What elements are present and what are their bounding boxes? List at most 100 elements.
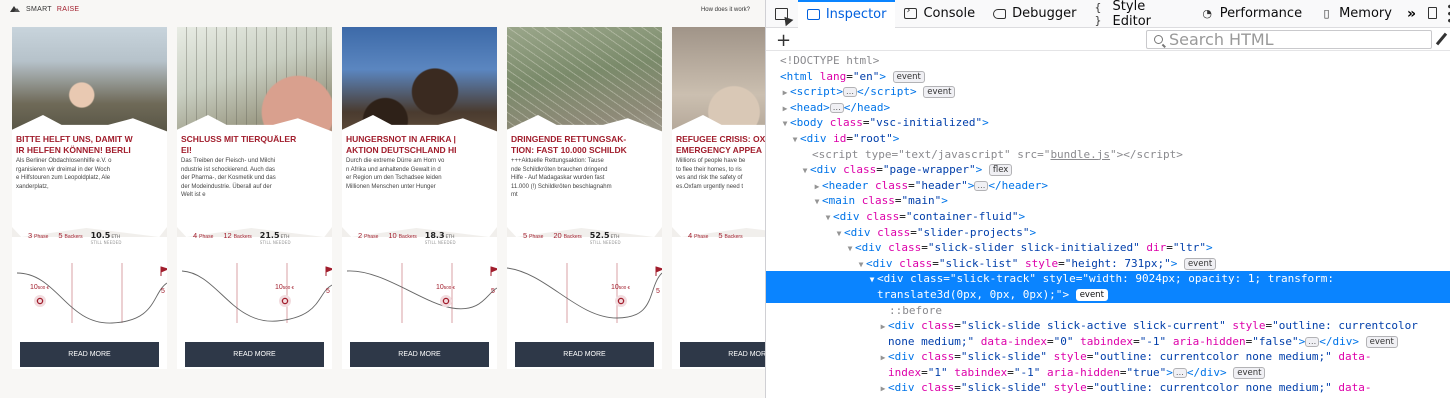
flex-badge[interactable]: flex [988, 164, 1013, 177]
project-title[interactable]: REFUGEE CRISIS: OX EMERGENCY APPEA [676, 134, 765, 156]
markup-line[interactable]: ▼ <main class="main"> [766, 193, 1450, 209]
markup-line[interactable]: <!DOCTYPE html> [766, 53, 1450, 69]
search-html-input[interactable] [1169, 30, 1419, 49]
graph-amount-label: 10500 € [436, 284, 456, 291]
expand-arrow-icon[interactable]: ▶ [878, 381, 888, 397]
collapsed-dots[interactable]: … [829, 102, 844, 113]
project-card[interactable]: HUNGERSNOT IN AFRIKA | AKTION DEUTSCHLAND… [342, 27, 497, 369]
read-more-button[interactable]: READ MORE [680, 342, 765, 367]
markup-line[interactable]: <html lang="en"> event [766, 69, 1450, 85]
search-html-box[interactable] [1146, 30, 1432, 49]
element-picker-button[interactable] [766, 0, 798, 28]
expand-arrow-icon[interactable]: ▶ [812, 179, 822, 195]
markup-line[interactable]: ▼ <body class="vsc-initialized"> [766, 115, 1450, 131]
tab-console[interactable]: Console [895, 0, 984, 28]
dock-side-icon[interactable] [1428, 7, 1437, 20]
marker-halo [279, 295, 291, 307]
markup-line[interactable]: ▼ <div class="slider-projects"> [766, 225, 1450, 241]
how-it-works-link[interactable]: How does it work? [701, 7, 750, 13]
logo-text-raise: RAISE [56, 5, 80, 13]
markup-line[interactable]: ▼ <div id="root"> [766, 131, 1450, 147]
markup-line-selected-cont[interactable]: translate3d(0px, 0px, 0px);"> event [766, 286, 1450, 303]
project-slider: BITTE HELFT UNS, DAMIT W IR HELFEN KÖNNEN… [12, 27, 765, 398]
add-node-button[interactable]: + [776, 30, 791, 51]
markup-line[interactable]: ::before [766, 303, 1450, 319]
read-more-button[interactable]: READ MORE [185, 342, 324, 367]
markup-line[interactable]: ▼ <div class="page-wrapper"> flex [766, 162, 1450, 178]
markup-line-cont[interactable]: index="1" tabindex="-1" aria-hidden="tru… [766, 365, 1450, 381]
markup-line-cont[interactable]: none medium;" data-index="0" tabindex="-… [766, 334, 1450, 350]
tab-label: Debugger [1012, 6, 1077, 21]
collapsed-dots[interactable]: … [974, 180, 989, 191]
event-badge[interactable]: event [1183, 257, 1217, 270]
markup-line[interactable]: ▶ <script>… </script> event [766, 84, 1450, 100]
read-more-button[interactable]: READ MORE [515, 342, 654, 367]
markup-line-selected[interactable]: ▼ <div class="slick-track" style="width: … [766, 271, 1450, 287]
collapse-arrow-icon[interactable]: ▼ [845, 241, 855, 257]
markup-line[interactable]: ▶ <header class="header">… </header> [766, 178, 1450, 194]
marker-halo [615, 295, 627, 307]
event-badge[interactable]: event [1075, 288, 1108, 301]
more-tabs-button[interactable]: » [1401, 6, 1422, 22]
logo-text-smart: SMART [26, 5, 52, 13]
project-title[interactable]: BITTE HELFT UNS, DAMIT W IR HELFEN KÖNNEN… [16, 134, 166, 156]
collapse-arrow-icon[interactable]: ▼ [800, 163, 810, 179]
eyedropper-icon[interactable] [1435, 32, 1448, 46]
project-card[interactable]: DRINGENDE RETTUNGSAK- TION: FAST 10.000 S… [507, 27, 662, 369]
event-badge[interactable]: event [923, 86, 956, 99]
markup-line[interactable]: <script type="text/javascript" src="bund… [766, 147, 1450, 163]
collapse-arrow-icon[interactable]: ▼ [780, 116, 790, 132]
collapse-arrow-icon[interactable]: ▼ [856, 257, 866, 273]
expand-arrow-icon[interactable]: ▶ [780, 101, 790, 117]
phase-stat: 4 Phase [193, 231, 214, 240]
event-badge[interactable]: event [892, 70, 925, 83]
phase-graph: 10500 € 5 [507, 263, 662, 323]
project-description: Millions of people have be to flee their … [676, 158, 746, 190]
tab-style-editor[interactable]: { } Style Editor [1085, 0, 1191, 29]
collapse-arrow-icon[interactable]: ▼ [812, 194, 822, 210]
markup-line[interactable]: ▶ <div class="slick-slide slick-active sl… [766, 318, 1450, 334]
logo[interactable]: SMART RAISE [10, 5, 79, 13]
read-more-button[interactable]: READ MORE [20, 342, 159, 367]
webpage-viewport: SMART RAISE How does it work? BITTE HELFT… [0, 0, 765, 398]
markup-line[interactable]: ▼ <div class="slick-list" style="height: … [766, 256, 1450, 272]
project-stats: 4 Phase 5 Backers [672, 231, 765, 249]
project-title[interactable]: DRINGENDE RETTUNGSAK- TION: FAST 10.000 S… [511, 134, 661, 156]
collapsed-dots[interactable]: … [843, 87, 857, 98]
tab-memory[interactable]: ▯ Memory [1311, 0, 1401, 28]
tab-label: Memory [1339, 6, 1392, 21]
project-card[interactable]: BITTE HELFT UNS, DAMIT W IR HELFEN KÖNNEN… [12, 27, 167, 369]
project-stats: 4 Phase 12 Backers 21.5 ETH STILL NEEDED [177, 231, 332, 249]
markup-line[interactable]: ▶ <head>… </head> [766, 100, 1450, 116]
read-more-button[interactable]: READ MORE [350, 342, 489, 367]
project-title[interactable]: SCHLUSS MIT TIERQUÄLER EI! [181, 134, 331, 156]
tab-inspector[interactable]: Inspector [797, 0, 896, 28]
marker-halo [34, 295, 46, 307]
markup-line[interactable]: ▼ <div class="container-fluid"> [766, 209, 1450, 225]
project-description: Als Berliner Obdachlosenhilfe e.V. o rgan… [16, 158, 112, 190]
project-card[interactable]: SCHLUSS MIT TIERQUÄLER EI! Das Treiben der… [177, 27, 332, 369]
markup-line[interactable]: ▶ <div class="slick-slide" style="outline… [766, 349, 1450, 365]
project-card[interactable]: REFUGEE CRISIS: OX EMERGENCY APPEA Million… [672, 27, 765, 369]
debugger-icon [993, 8, 1007, 20]
phase-stat: 5 Phase [523, 231, 544, 240]
braces-icon: { } [1094, 0, 1102, 27]
markup-line[interactable]: ▼ <div class="slick-slider slick-initiali… [766, 240, 1450, 256]
expand-arrow-icon[interactable]: ▶ [878, 319, 888, 335]
tab-performance[interactable]: ◔ Performance [1192, 0, 1311, 28]
expand-arrow-icon[interactable]: ▶ [878, 350, 888, 366]
markup-line[interactable]: ▶ <div class="slick-slide" style="outline… [766, 380, 1450, 396]
project-title[interactable]: HUNGERSNOT IN AFRIKA | AKTION DEUTSCHLAND… [346, 134, 496, 156]
event-badge[interactable]: event [1365, 335, 1398, 348]
expand-arrow-icon[interactable]: ▶ [780, 85, 790, 101]
logo-icon [10, 5, 21, 13]
collapse-arrow-icon[interactable]: ▼ [834, 226, 844, 242]
collapsed-dots[interactable]: … [1305, 336, 1320, 347]
tab-debugger[interactable]: Debugger [984, 0, 1085, 28]
marker-halo [440, 295, 452, 307]
collapse-arrow-icon[interactable]: ▼ [867, 272, 877, 288]
collapsed-dots[interactable]: … [1172, 367, 1187, 378]
event-badge[interactable]: event [1233, 366, 1266, 379]
collapse-arrow-icon[interactable]: ▼ [790, 132, 800, 148]
collapse-arrow-icon[interactable]: ▼ [823, 210, 833, 226]
